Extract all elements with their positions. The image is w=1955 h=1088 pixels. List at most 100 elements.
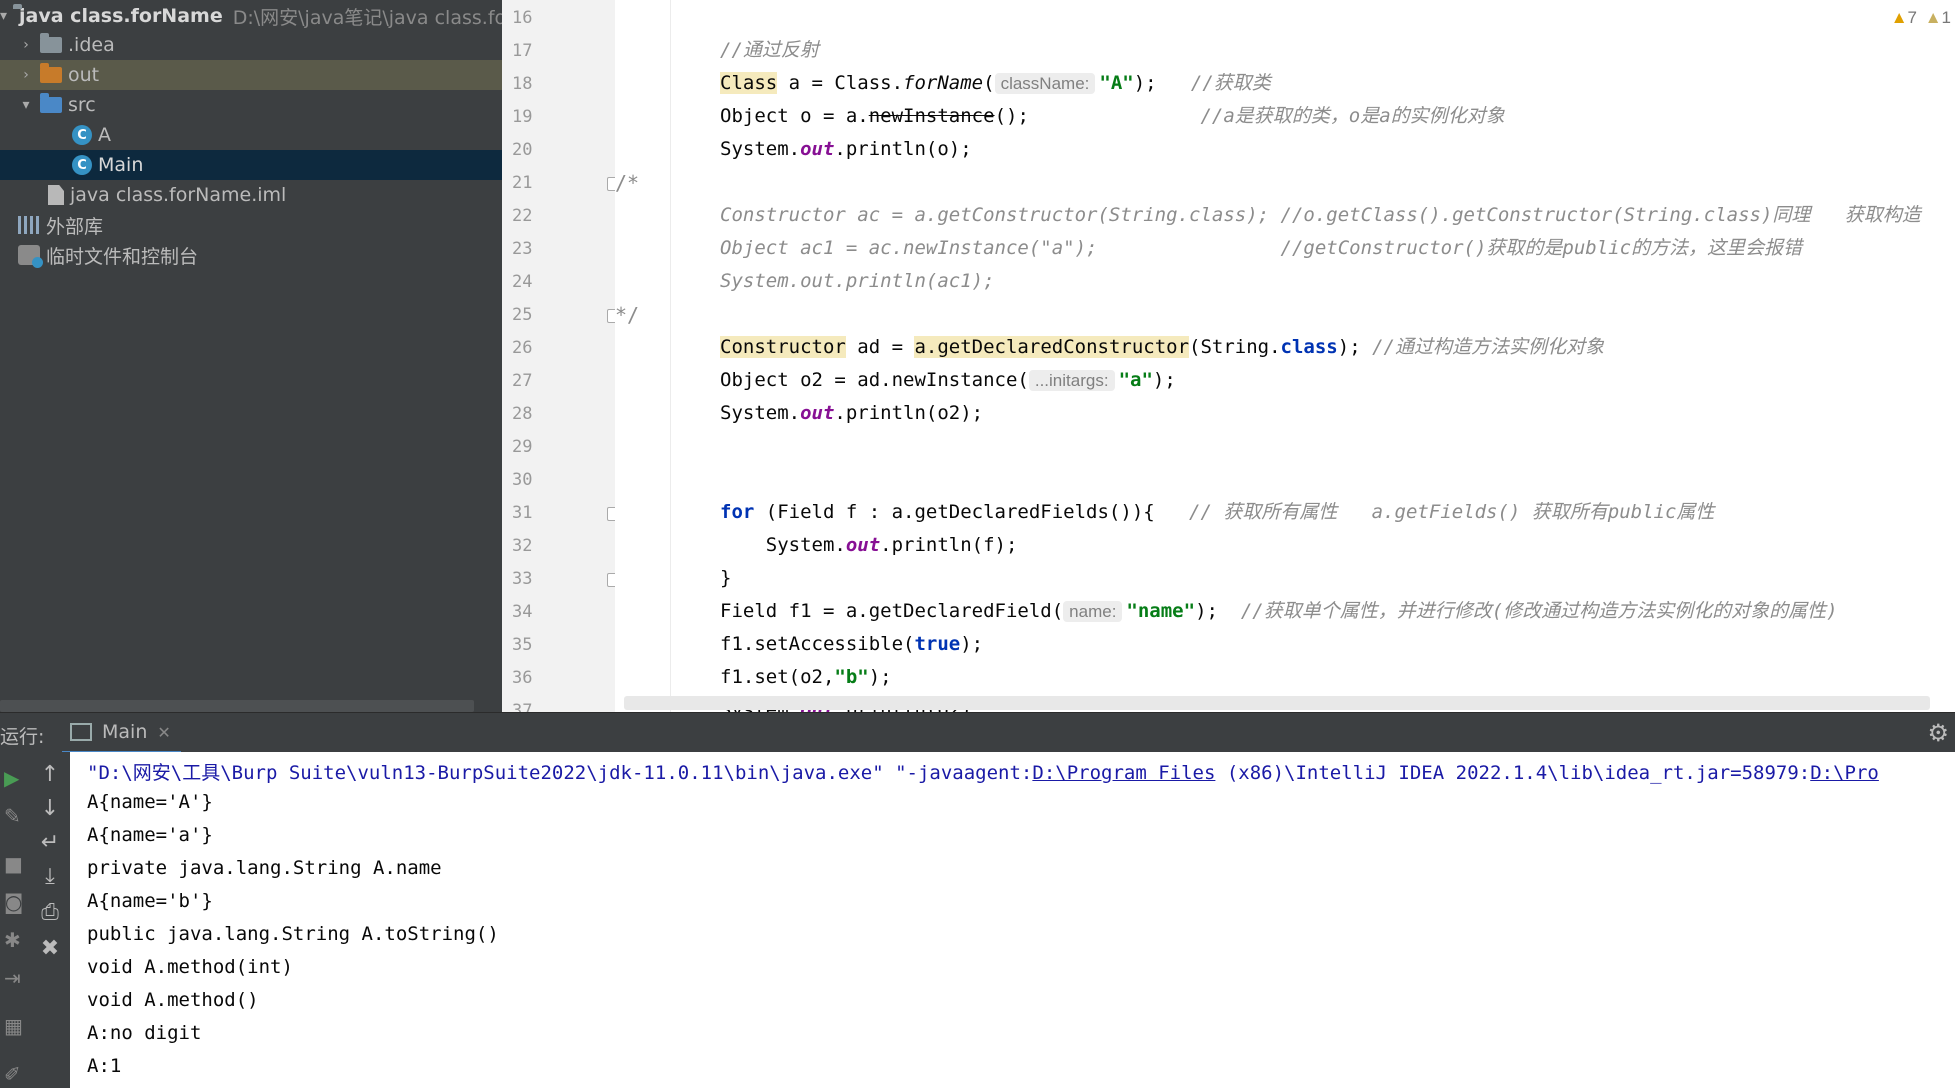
code-editor[interactable]: ▲7 ▲1 //通过反射 Class a = Class.forName(cla…: [615, 0, 1955, 712]
line-number: 34: [512, 602, 533, 622]
code-token: );: [1195, 600, 1241, 622]
tree-item-out[interactable]: › out: [0, 60, 502, 90]
tree-item-label: A: [98, 124, 111, 146]
static-field: out: [800, 402, 835, 424]
wrench-icon[interactable]: ✎: [4, 804, 21, 828]
line-number: 16: [512, 8, 533, 28]
weak-warnings-indicator[interactable]: ▲1: [1925, 8, 1951, 28]
pin-icon[interactable]: ✐: [4, 1062, 21, 1086]
code-token: a = Class.: [777, 72, 904, 94]
code-token: f1.set(o2,: [720, 666, 835, 688]
line-number: 27: [512, 371, 533, 391]
line-number: 32: [512, 536, 533, 556]
string-literal: "name": [1126, 600, 1196, 622]
horizontal-scrollbar[interactable]: [0, 700, 474, 712]
run-toolbar: 运行: Main ✕ ⚙: [0, 712, 1955, 754]
line-number: 20: [512, 140, 533, 160]
code-line-31: for (Field f : a.getDeclaredFields()){ /…: [720, 496, 1714, 529]
code-token: a.getDeclaredConstructor: [914, 336, 1190, 358]
rerun-icon[interactable]: ▶: [4, 766, 19, 790]
soft-wrap-icon[interactable]: ↵: [38, 830, 62, 855]
line-number: 22: [512, 206, 533, 226]
indent-guide: [670, 0, 671, 712]
console-line: private java.lang.String A.name: [87, 857, 442, 879]
trash-icon[interactable]: ✖: [38, 936, 62, 961]
code-token: Constructor: [720, 336, 846, 358]
line-number: 21: [512, 173, 533, 193]
code-line-18: Class a = Class.forName(className: "A"); …: [720, 67, 1271, 100]
console-output[interactable]: "D:\网安\工具\Burp Suite\vuln13-BurpSuite202…: [70, 752, 1955, 1088]
settings-icon[interactable]: ✱: [4, 928, 21, 952]
run-tab-label: Main: [102, 721, 148, 743]
code-token: (: [983, 72, 995, 94]
project-panel: ▾ java class.forName D:\网安\java笔记\java c…: [0, 0, 502, 712]
tree-item-idea[interactable]: › .idea: [0, 30, 502, 60]
code-token: Class: [720, 72, 778, 94]
tree-item-label: src: [68, 94, 96, 116]
scroll-to-end-icon[interactable]: ⤓: [38, 864, 62, 889]
tree-item-label: 外部库: [46, 215, 104, 238]
chevron-right-icon[interactable]: ›: [18, 67, 34, 83]
code-token: ad =: [845, 336, 915, 358]
static-field: out: [800, 138, 835, 160]
stop-icon[interactable]: ■: [4, 852, 23, 876]
code-line-32: System.out.println(f);: [720, 529, 1018, 562]
gear-icon[interactable]: ⚙: [1927, 719, 1949, 747]
code-token: forName: [903, 72, 984, 94]
arrow-up-icon[interactable]: ↑: [38, 762, 62, 787]
tree-item-class-main[interactable]: C Main: [0, 150, 502, 180]
tree-item-class-a[interactable]: C A: [0, 120, 502, 150]
layout-icon[interactable]: ▦: [4, 1014, 23, 1038]
library-icon: [18, 216, 40, 234]
folder-icon: [40, 93, 62, 113]
code-line-27: Object o2 = ad.newInstance(...initargs: "…: [720, 364, 1176, 397]
path-link[interactable]: D:\Program Files: [1032, 762, 1215, 784]
console-line: public java.lang.String A.toString(): [87, 923, 499, 945]
line-number: 19: [512, 107, 533, 127]
arrow-down-icon[interactable]: ↓: [38, 796, 62, 821]
line-number: 30: [512, 470, 533, 490]
path-link[interactable]: D:\Pro: [1810, 762, 1879, 784]
comment: //a是获取的类，o是a的实例化对象: [1200, 105, 1505, 127]
tree-item-src[interactable]: ▾ src: [0, 90, 502, 120]
run-tab-main[interactable]: Main ✕: [62, 713, 181, 754]
chevron-down-icon[interactable]: ▾: [18, 97, 34, 113]
comment: //通过反射: [720, 39, 819, 61]
console-line: A:no digit: [87, 1022, 202, 1044]
code-token: Object o = a.: [720, 105, 869, 127]
code-line-24: System.out.println(ac1);: [720, 270, 995, 292]
line-number: 25: [512, 305, 533, 325]
exit-icon[interactable]: ⇥: [4, 966, 21, 990]
chevron-down-icon[interactable]: ▾: [0, 8, 7, 24]
tree-item-external-libs[interactable]: 外部库: [0, 210, 502, 240]
deprecated-method: newInstance: [868, 105, 995, 127]
tree-item-iml[interactable]: java class.forName.iml: [0, 180, 502, 210]
warning-icon: ▲: [1890, 8, 1908, 27]
warnings-indicator[interactable]: ▲7: [1891, 8, 1917, 28]
file-icon: [48, 185, 64, 205]
warnings-count: 7: [1907, 8, 1917, 27]
code-line-17: //通过反射: [720, 34, 819, 67]
project-name: java class.forName: [19, 5, 223, 27]
code-token: );: [960, 633, 984, 655]
print-icon[interactable]: ⎙: [38, 900, 62, 925]
code-token: f1.setAccessible(: [720, 633, 915, 655]
line-number: 18: [512, 74, 533, 94]
chevron-right-icon[interactable]: ›: [18, 37, 34, 53]
line-number: 17: [512, 41, 533, 61]
console-line: A{name='b'}: [87, 890, 213, 912]
close-icon[interactable]: ✕: [157, 723, 170, 742]
console-icon: [70, 723, 92, 741]
tree-root[interactable]: ▾ java class.forName D:\网安\java笔记\java c…: [0, 1, 502, 31]
line-number: 36: [512, 668, 533, 688]
console-line: void A.method(): [87, 989, 259, 1011]
code-token: System.: [720, 138, 801, 160]
weak-warnings-count: 1: [1941, 8, 1951, 27]
code-token: System.: [720, 402, 801, 424]
editor-horizontal-scrollbar[interactable]: [624, 696, 1930, 710]
tree-item-scratches[interactable]: 临时文件和控制台: [0, 240, 502, 270]
string-literal: "a": [1118, 369, 1153, 391]
console-line: A{name='a'}: [87, 824, 213, 846]
camera-icon[interactable]: ◙: [4, 890, 23, 914]
code-token: );: [868, 666, 892, 688]
